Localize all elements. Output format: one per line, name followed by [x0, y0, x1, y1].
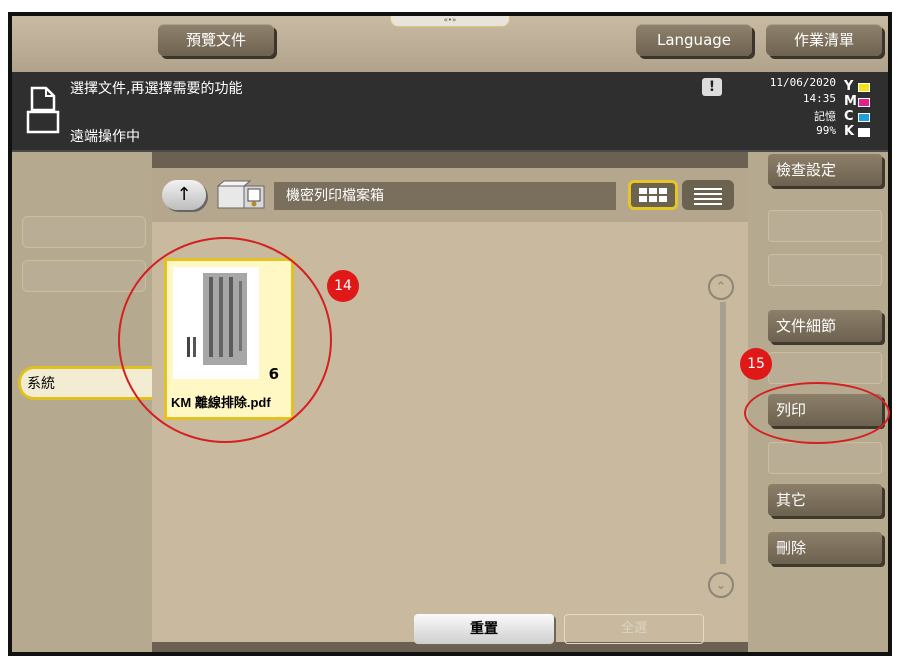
other-button[interactable]: 其它: [768, 484, 882, 516]
date-display: 11/06/2020: [769, 76, 836, 89]
document-icon: [26, 86, 60, 134]
list-view-button[interactable]: [682, 180, 734, 210]
ink-level-magenta: M: [844, 95, 870, 108]
ink-level-black: K: [844, 125, 870, 138]
scroll-up-button[interactable]: ⌃: [708, 274, 734, 300]
screen-notch: «•»: [390, 16, 510, 27]
box-name-bar: 機密列印檔案箱: [274, 182, 616, 210]
annotation-marker-15: 15: [740, 348, 772, 380]
disabled-right-button-4: [768, 442, 882, 474]
top-tab-bar: «•» 預覽文件 Language 作業清單: [12, 16, 888, 72]
warning-icon[interactable]: !: [702, 78, 722, 96]
list-view-icon: [694, 188, 722, 205]
memory-value: 99%: [816, 124, 836, 137]
disabled-right-button-2: [768, 254, 882, 286]
grid-view-icon: [639, 188, 667, 202]
annotation-circle-print: [744, 382, 890, 444]
reset-button[interactable]: 重置: [414, 614, 554, 644]
status-bar: 選擇文件,再選擇需要的功能 遠端操作中 ! 11/06/2020 14:35 記…: [12, 72, 888, 152]
scrollbar-track[interactable]: [720, 302, 726, 564]
delete-button[interactable]: 刪除: [768, 532, 882, 564]
chevron-down-icon: ⌄: [715, 578, 727, 593]
time-display: 14:35: [802, 92, 836, 105]
arrow-up-icon: ↑: [176, 184, 192, 205]
scroll-down-button[interactable]: ⌄: [708, 572, 734, 598]
check-settings-button[interactable]: 檢查設定: [768, 154, 882, 186]
secure-box-icon: [216, 180, 265, 209]
job-list-tab[interactable]: 作業清單: [766, 24, 882, 56]
left-panel: [12, 152, 152, 652]
file-browser-header: ↑ 機密列印檔案箱: [152, 168, 748, 222]
preview-document-tab[interactable]: 預覽文件: [158, 24, 274, 56]
disabled-left-button-1: [22, 216, 146, 248]
disabled-right-button-3: [768, 352, 882, 384]
ink-level-cyan: C: [844, 110, 870, 123]
annotation-circle-file: [118, 237, 332, 443]
instruction-message: 選擇文件,再選擇需要的功能: [70, 81, 243, 97]
disabled-right-button-1: [768, 210, 882, 242]
memory-label: 記憶: [814, 110, 836, 123]
up-folder-button[interactable]: ↑: [162, 180, 206, 210]
chevron-up-icon: ⌃: [715, 280, 727, 295]
select-all-button: 全選: [564, 614, 704, 644]
document-details-button[interactable]: 文件細節: [768, 310, 882, 342]
remote-operation-status: 遠端操作中: [70, 129, 140, 145]
annotation-marker-14: 14: [327, 270, 359, 302]
thumbnail-view-button[interactable]: [628, 180, 678, 210]
language-tab[interactable]: Language: [636, 24, 752, 56]
disabled-left-button-2: [22, 260, 146, 292]
ink-level-yellow: Y: [844, 80, 870, 93]
